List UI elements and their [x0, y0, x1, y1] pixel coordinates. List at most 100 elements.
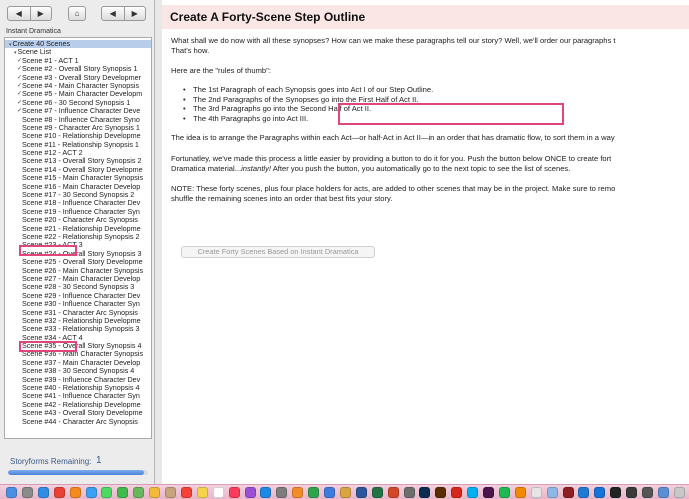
- scene-list-item[interactable]: Scene #37 - Main Character Develop: [5, 359, 151, 367]
- preview-icon[interactable]: [546, 487, 558, 498]
- scene-list-item[interactable]: Scene #44 - Character Arc Synopsis: [5, 418, 151, 426]
- dramatica-icon[interactable]: [339, 487, 351, 498]
- scene-list-item[interactable]: Scene #26 - Main Character Synopsis: [5, 266, 151, 275]
- scene-list-item[interactable]: ✓ Scene #6 - 30 Second Synopsis 1: [5, 99, 151, 107]
- scene-list-item[interactable]: ✓ Scene #3 - Overall Story Developmer: [5, 74, 151, 82]
- disclosure-triangle-icon[interactable]: ▾: [14, 50, 17, 56]
- trash-icon[interactable]: [673, 487, 685, 498]
- textedit-icon[interactable]: [530, 487, 542, 498]
- skype-icon[interactable]: [467, 487, 479, 498]
- back-arrow-icon[interactable]: ◀: [8, 7, 30, 20]
- vscode-icon[interactable]: [578, 487, 590, 498]
- scene-list-item[interactable]: Scene #10 - Relationship Developme: [5, 132, 151, 140]
- facetime-icon[interactable]: [117, 487, 129, 498]
- forward-arrow-icon[interactable]: ▶: [29, 7, 52, 20]
- scene-list-item[interactable]: Scene #19 - Influence Character Syn: [5, 208, 151, 216]
- appstore-icon[interactable]: [260, 487, 272, 498]
- scene-list-item[interactable]: ✓ Scene #1 - ACT 1: [5, 57, 151, 65]
- scene-list-item[interactable]: Scene #28 - 30 Second Synopsis 3: [5, 283, 151, 291]
- safari-icon[interactable]: [37, 487, 49, 498]
- illustrator-icon[interactable]: [435, 487, 447, 498]
- tree-group-item[interactable]: ▾Scene List: [5, 48, 151, 56]
- next-topic-icon[interactable]: ▶: [123, 7, 146, 20]
- topic-tree[interactable]: ▾Create 40 Scenes ▾Scene List ✓ Scene #1 - …: [4, 37, 152, 439]
- scene-list-item[interactable]: Scene #15 - Main Character Synopsis: [5, 174, 151, 182]
- scene-list-item[interactable]: Scene #25 - Overall Story Developme: [5, 258, 151, 266]
- scene-list-item[interactable]: ✓ Scene #7 - Influence Character Deve: [5, 107, 151, 115]
- preferences-icon[interactable]: [276, 487, 288, 498]
- keynote-icon[interactable]: [324, 487, 335, 498]
- launchpad-icon[interactable]: [21, 487, 33, 498]
- excel-icon[interactable]: [371, 487, 383, 498]
- scene-list-item[interactable]: Scene #41 - Influence Character Syn: [5, 392, 151, 400]
- disclosure-triangle-icon[interactable]: ▾: [9, 42, 12, 48]
- scene-list-item[interactable]: ✓ Scene #2 - Overall Story Synopsis 1: [5, 65, 151, 73]
- chrome-icon[interactable]: [53, 487, 65, 498]
- scene-list-item[interactable]: Scene #23 - ACT 3: [5, 241, 151, 249]
- reminders-icon[interactable]: [212, 487, 224, 498]
- scene-list-item[interactable]: Scene #22 - Relationship Synopsis 2: [5, 233, 151, 241]
- scene-list-item[interactable]: Scene #35 - Overall Story Synopsis 4: [5, 342, 151, 350]
- previous-topic-icon[interactable]: ◀: [102, 7, 124, 20]
- xcode-icon[interactable]: [594, 487, 606, 498]
- terminal-icon[interactable]: [610, 487, 622, 498]
- scene-list-item[interactable]: Scene #17 - 30 Second Synopsis 2: [5, 191, 151, 199]
- scene-list-item[interactable]: Scene #18 - Influence Character Dev: [5, 199, 151, 207]
- scene-list-item[interactable]: Scene #13 - Overall Story Synopsis 2: [5, 157, 151, 165]
- activity-icon[interactable]: [626, 487, 638, 498]
- tree-group-item[interactable]: ▾Create 40 Scenes: [5, 40, 151, 49]
- scene-list-item[interactable]: Scene #40 - Relationship Synopsis 4: [5, 384, 151, 392]
- calendar-icon[interactable]: [180, 487, 192, 498]
- photoshop-icon[interactable]: [419, 487, 431, 498]
- scene-list-item[interactable]: Scene #31 - Character Arc Synopsis: [5, 309, 151, 317]
- word-icon[interactable]: [355, 487, 367, 498]
- photos-icon[interactable]: [149, 487, 161, 498]
- scene-list-item[interactable]: Scene #34 - ACT 4: [5, 334, 151, 342]
- scene-list-item[interactable]: Scene #33 - Relationship Synopsis 3: [5, 325, 151, 333]
- scene-list-item[interactable]: ✓ Scene #5 - Main Character Developm: [5, 90, 151, 98]
- pages-icon[interactable]: [292, 487, 304, 498]
- music-icon[interactable]: [228, 487, 240, 498]
- notes-icon[interactable]: [196, 487, 208, 498]
- vlc-icon[interactable]: [514, 487, 526, 498]
- scene-list-item[interactable]: Scene #30 - Influence Character Syn: [5, 300, 151, 308]
- scene-list-item[interactable]: Scene #21 - Relationship Developme: [5, 225, 151, 233]
- scene-list-item[interactable]: Scene #43 - Overall Story Developme: [5, 409, 151, 417]
- scene-list-item[interactable]: Scene #12 - ACT 2: [5, 149, 151, 157]
- numbers-icon[interactable]: [308, 487, 320, 498]
- mail-icon[interactable]: [85, 487, 97, 498]
- scene-list-item[interactable]: Scene #20 - Character Arc Synopsis: [5, 216, 151, 224]
- scene-list-item[interactable]: Scene #42 - Relationship Developme: [5, 401, 151, 409]
- scene-list-item[interactable]: Scene #32 - Relationship Developme: [5, 317, 151, 325]
- dictionary-icon[interactable]: [562, 487, 574, 498]
- scene-list-item[interactable]: Scene #29 - Influence Character Dev: [5, 292, 151, 300]
- scrivener-icon[interactable]: [403, 487, 415, 498]
- scene-list-item[interactable]: Scene #11 - Relationship Synopsis 1: [5, 141, 151, 149]
- scene-list-item[interactable]: ✓ Scene #4 - Main Character Synopsis: [5, 82, 151, 90]
- acrobat-icon[interactable]: [451, 487, 463, 498]
- scene-list-item[interactable]: Scene #27 - Main Character Develop: [5, 275, 151, 283]
- firefox-icon[interactable]: [69, 487, 81, 498]
- scene-list-item[interactable]: Scene #9 - Character Arc Synopsis 1: [5, 124, 151, 132]
- scene-list-item[interactable]: Scene #39 - Influence Character Dev: [5, 376, 151, 384]
- scene-list-item[interactable]: Scene #38 - 30 Second Synopsis 4: [5, 367, 151, 375]
- console-icon[interactable]: [642, 487, 653, 498]
- messages-icon[interactable]: [101, 487, 113, 498]
- contacts-icon[interactable]: [165, 487, 176, 498]
- maps-icon[interactable]: [133, 487, 145, 498]
- idea-paragraph: The idea is to arrange the Paragraphs wi…: [171, 133, 615, 142]
- home-icon[interactable]: ⌂: [68, 6, 86, 21]
- tree-item-label: Scene #26 - Main Character Synopsis: [22, 266, 144, 275]
- scene-list-item[interactable]: Scene #36 - Main Character Synopsis: [5, 350, 151, 358]
- scene-list-item[interactable]: Scene #14 - Overall Story Developme: [5, 166, 151, 174]
- slack-icon[interactable]: [483, 487, 494, 498]
- spotify-icon[interactable]: [498, 487, 510, 498]
- finder-icon[interactable]: [6, 487, 17, 498]
- create-forty-scenes-button[interactable]: Create Forty Scenes Based on Instant Dra…: [181, 246, 375, 258]
- scene-list-item[interactable]: Scene #16 - Main Character Develop: [5, 183, 151, 191]
- scene-list-item[interactable]: Scene #24 - Overall Story Synopsis 3: [5, 250, 151, 258]
- powerpoint-icon[interactable]: [387, 487, 399, 498]
- downloads-icon[interactable]: [657, 487, 669, 498]
- podcasts-icon[interactable]: [244, 487, 256, 498]
- scene-list-item[interactable]: Scene #8 - Influence Character Syno: [5, 116, 151, 124]
